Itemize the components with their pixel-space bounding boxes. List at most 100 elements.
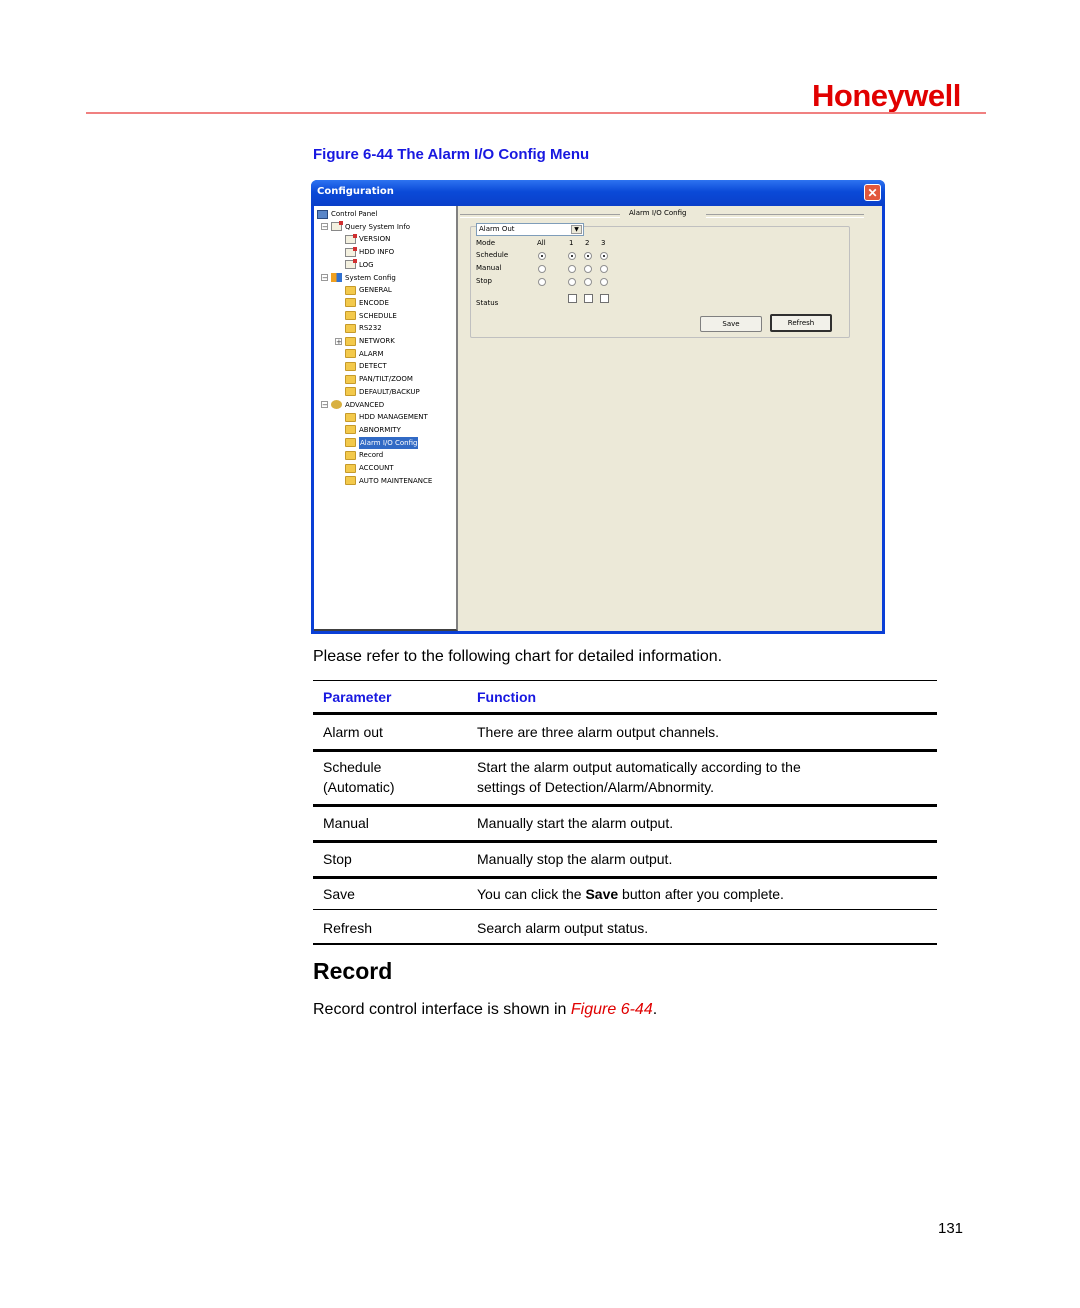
tree-item[interactable]: Record xyxy=(345,449,383,461)
header-function: Function xyxy=(477,689,537,705)
param-line: Manual xyxy=(323,815,369,831)
alarm-io-config-panel: Alarm I/O Config Alarm Out ▼ Mode All 1 2 3 S… xyxy=(460,206,882,631)
chevron-down-icon[interactable]: ▼ xyxy=(571,225,582,234)
tree-item[interactable]: − Query System Info xyxy=(321,221,410,233)
collapse-icon[interactable]: − xyxy=(321,274,328,282)
radio-manual-3[interactable] xyxy=(600,265,608,273)
radio-schedule-all[interactable] xyxy=(538,252,546,260)
status-checkbox[interactable] xyxy=(568,294,577,303)
tree-item[interactable]: AUTO MAINTENANCE xyxy=(345,475,432,487)
page-number: 131 xyxy=(938,1220,964,1237)
tree-item[interactable]: HDD INFO xyxy=(345,246,394,258)
configuration-dialog: Configuration ✕ Control Panel − Query Syst… xyxy=(311,180,885,634)
function-line: settings of Detection/Alarm/Abnormity. xyxy=(477,779,715,795)
row-rule xyxy=(313,909,937,910)
function-line: Search alarm output status. xyxy=(477,920,649,936)
param-cell: Refresh xyxy=(323,918,372,938)
alarm-type-dropdown[interactable]: Alarm Out ▼ xyxy=(476,223,584,236)
tree-item[interactable]: PAN/TILT/ZOOM xyxy=(345,373,413,385)
notepad-icon xyxy=(345,259,357,270)
status-checkbox[interactable] xyxy=(584,294,593,303)
tree-item[interactable]: DEFAULT/BACKUP xyxy=(345,386,420,398)
radio-manual-1[interactable] xyxy=(568,265,576,273)
function-cell: Search alarm output status. xyxy=(477,918,648,938)
function-line: Manually start the alarm output. xyxy=(477,815,674,831)
figure-link[interactable]: Figure 6-44 xyxy=(571,1001,653,1018)
tree-item[interactable]: + NETWORK xyxy=(335,335,395,347)
tree-item[interactable]: VERSION xyxy=(345,233,390,245)
dialog-title-bar[interactable]: Configuration ✕ xyxy=(311,180,885,206)
radio-stop-2[interactable] xyxy=(584,278,592,286)
tree-item[interactable]: − ADVANCED xyxy=(321,399,384,411)
tree-item-label: Query System Info xyxy=(345,222,411,231)
tree-item[interactable]: Control Panel xyxy=(317,208,377,220)
tree-item[interactable]: ALARM xyxy=(345,348,384,360)
folder-icon xyxy=(345,285,356,295)
status-checkbox[interactable] xyxy=(600,294,609,303)
radio-stop-1[interactable] xyxy=(568,278,576,286)
folder-icon xyxy=(345,361,356,371)
expand-icon[interactable]: + xyxy=(335,337,342,345)
folder-icon xyxy=(345,349,356,359)
radio-manual-2[interactable] xyxy=(584,265,592,273)
tree-item-label: ENCODE xyxy=(359,298,389,307)
param-cell: Stop xyxy=(323,849,352,869)
config-tree[interactable]: Control Panel − Query System Info VERSION HD… xyxy=(314,206,458,631)
tree-item-label: AUTO MAINTENANCE xyxy=(359,476,433,485)
dialog-title: Configuration xyxy=(317,186,394,197)
tree-item[interactable]: Alarm I/O Config xyxy=(345,436,419,449)
tree-item-label: PAN/TILT/ZOOM xyxy=(359,375,413,384)
panel-rule-right xyxy=(706,214,864,218)
header-rule xyxy=(86,112,986,114)
header-parameter: Parameter xyxy=(323,689,392,705)
tree-item[interactable]: ABNORMITY xyxy=(345,424,401,436)
folder-icon xyxy=(345,336,356,346)
radio-stop-all[interactable] xyxy=(538,278,546,286)
param-cell: Schedule (Automatic) xyxy=(323,757,395,797)
function-line: There are three alarm output channels. xyxy=(477,724,720,740)
radio-stop-3[interactable] xyxy=(600,278,608,286)
collapse-icon[interactable]: − xyxy=(321,223,328,231)
radio-schedule-1[interactable] xyxy=(568,252,576,260)
tree-item[interactable]: ENCODE xyxy=(345,297,389,309)
tree-item-label: ACCOUNT xyxy=(359,464,394,472)
param-cell: Save xyxy=(323,884,355,904)
column-header: 1 xyxy=(569,239,574,247)
tree-item[interactable]: HDD MANAGEMENT xyxy=(345,411,428,423)
column-header: 2 xyxy=(585,239,590,247)
radio-schedule-3[interactable] xyxy=(600,252,608,260)
tree-item[interactable]: LOG xyxy=(345,259,374,271)
collapse-icon[interactable]: − xyxy=(321,401,328,409)
param-line: Schedule xyxy=(323,759,382,775)
tree-item[interactable]: RS232 xyxy=(345,322,382,334)
row-rule xyxy=(313,749,937,752)
tree-item-label: DEFAULT/BACKUP xyxy=(359,387,420,396)
tree-item[interactable]: ACCOUNT xyxy=(345,462,394,474)
function-line: Start the alarm output automatically acc… xyxy=(477,759,801,775)
notepad-icon xyxy=(345,233,357,244)
save-button[interactable]: Save xyxy=(700,316,762,332)
radio-schedule-2[interactable] xyxy=(584,252,592,260)
status-label: Status xyxy=(476,299,499,307)
param-cell: Manual xyxy=(323,813,369,833)
tree-item[interactable]: DETECT xyxy=(345,360,387,372)
tree-item[interactable]: GENERAL xyxy=(345,284,392,296)
folder-icon xyxy=(345,463,356,473)
tree-item[interactable]: − System Config xyxy=(321,272,396,284)
tree-item-label: VERSION xyxy=(359,235,391,244)
open-folder-icon xyxy=(345,438,356,448)
close-button[interactable]: ✕ xyxy=(864,184,881,201)
radio-manual-all[interactable] xyxy=(538,265,546,273)
tree-item-label: RS232 xyxy=(359,324,382,333)
column-header: 3 xyxy=(601,239,606,247)
function-text: button after you complete. xyxy=(618,886,784,902)
refresh-button[interactable]: Refresh xyxy=(770,314,832,332)
function-cell: You can click the Save button after you … xyxy=(477,884,784,904)
folder-icon xyxy=(345,374,356,384)
folder-icon xyxy=(345,311,356,321)
folder-icon xyxy=(345,476,356,486)
tree-item[interactable]: SCHEDULE xyxy=(345,310,397,322)
folder-icon xyxy=(345,412,356,422)
row-label: Stop xyxy=(476,277,492,285)
tree-item-label: DETECT xyxy=(359,362,387,371)
